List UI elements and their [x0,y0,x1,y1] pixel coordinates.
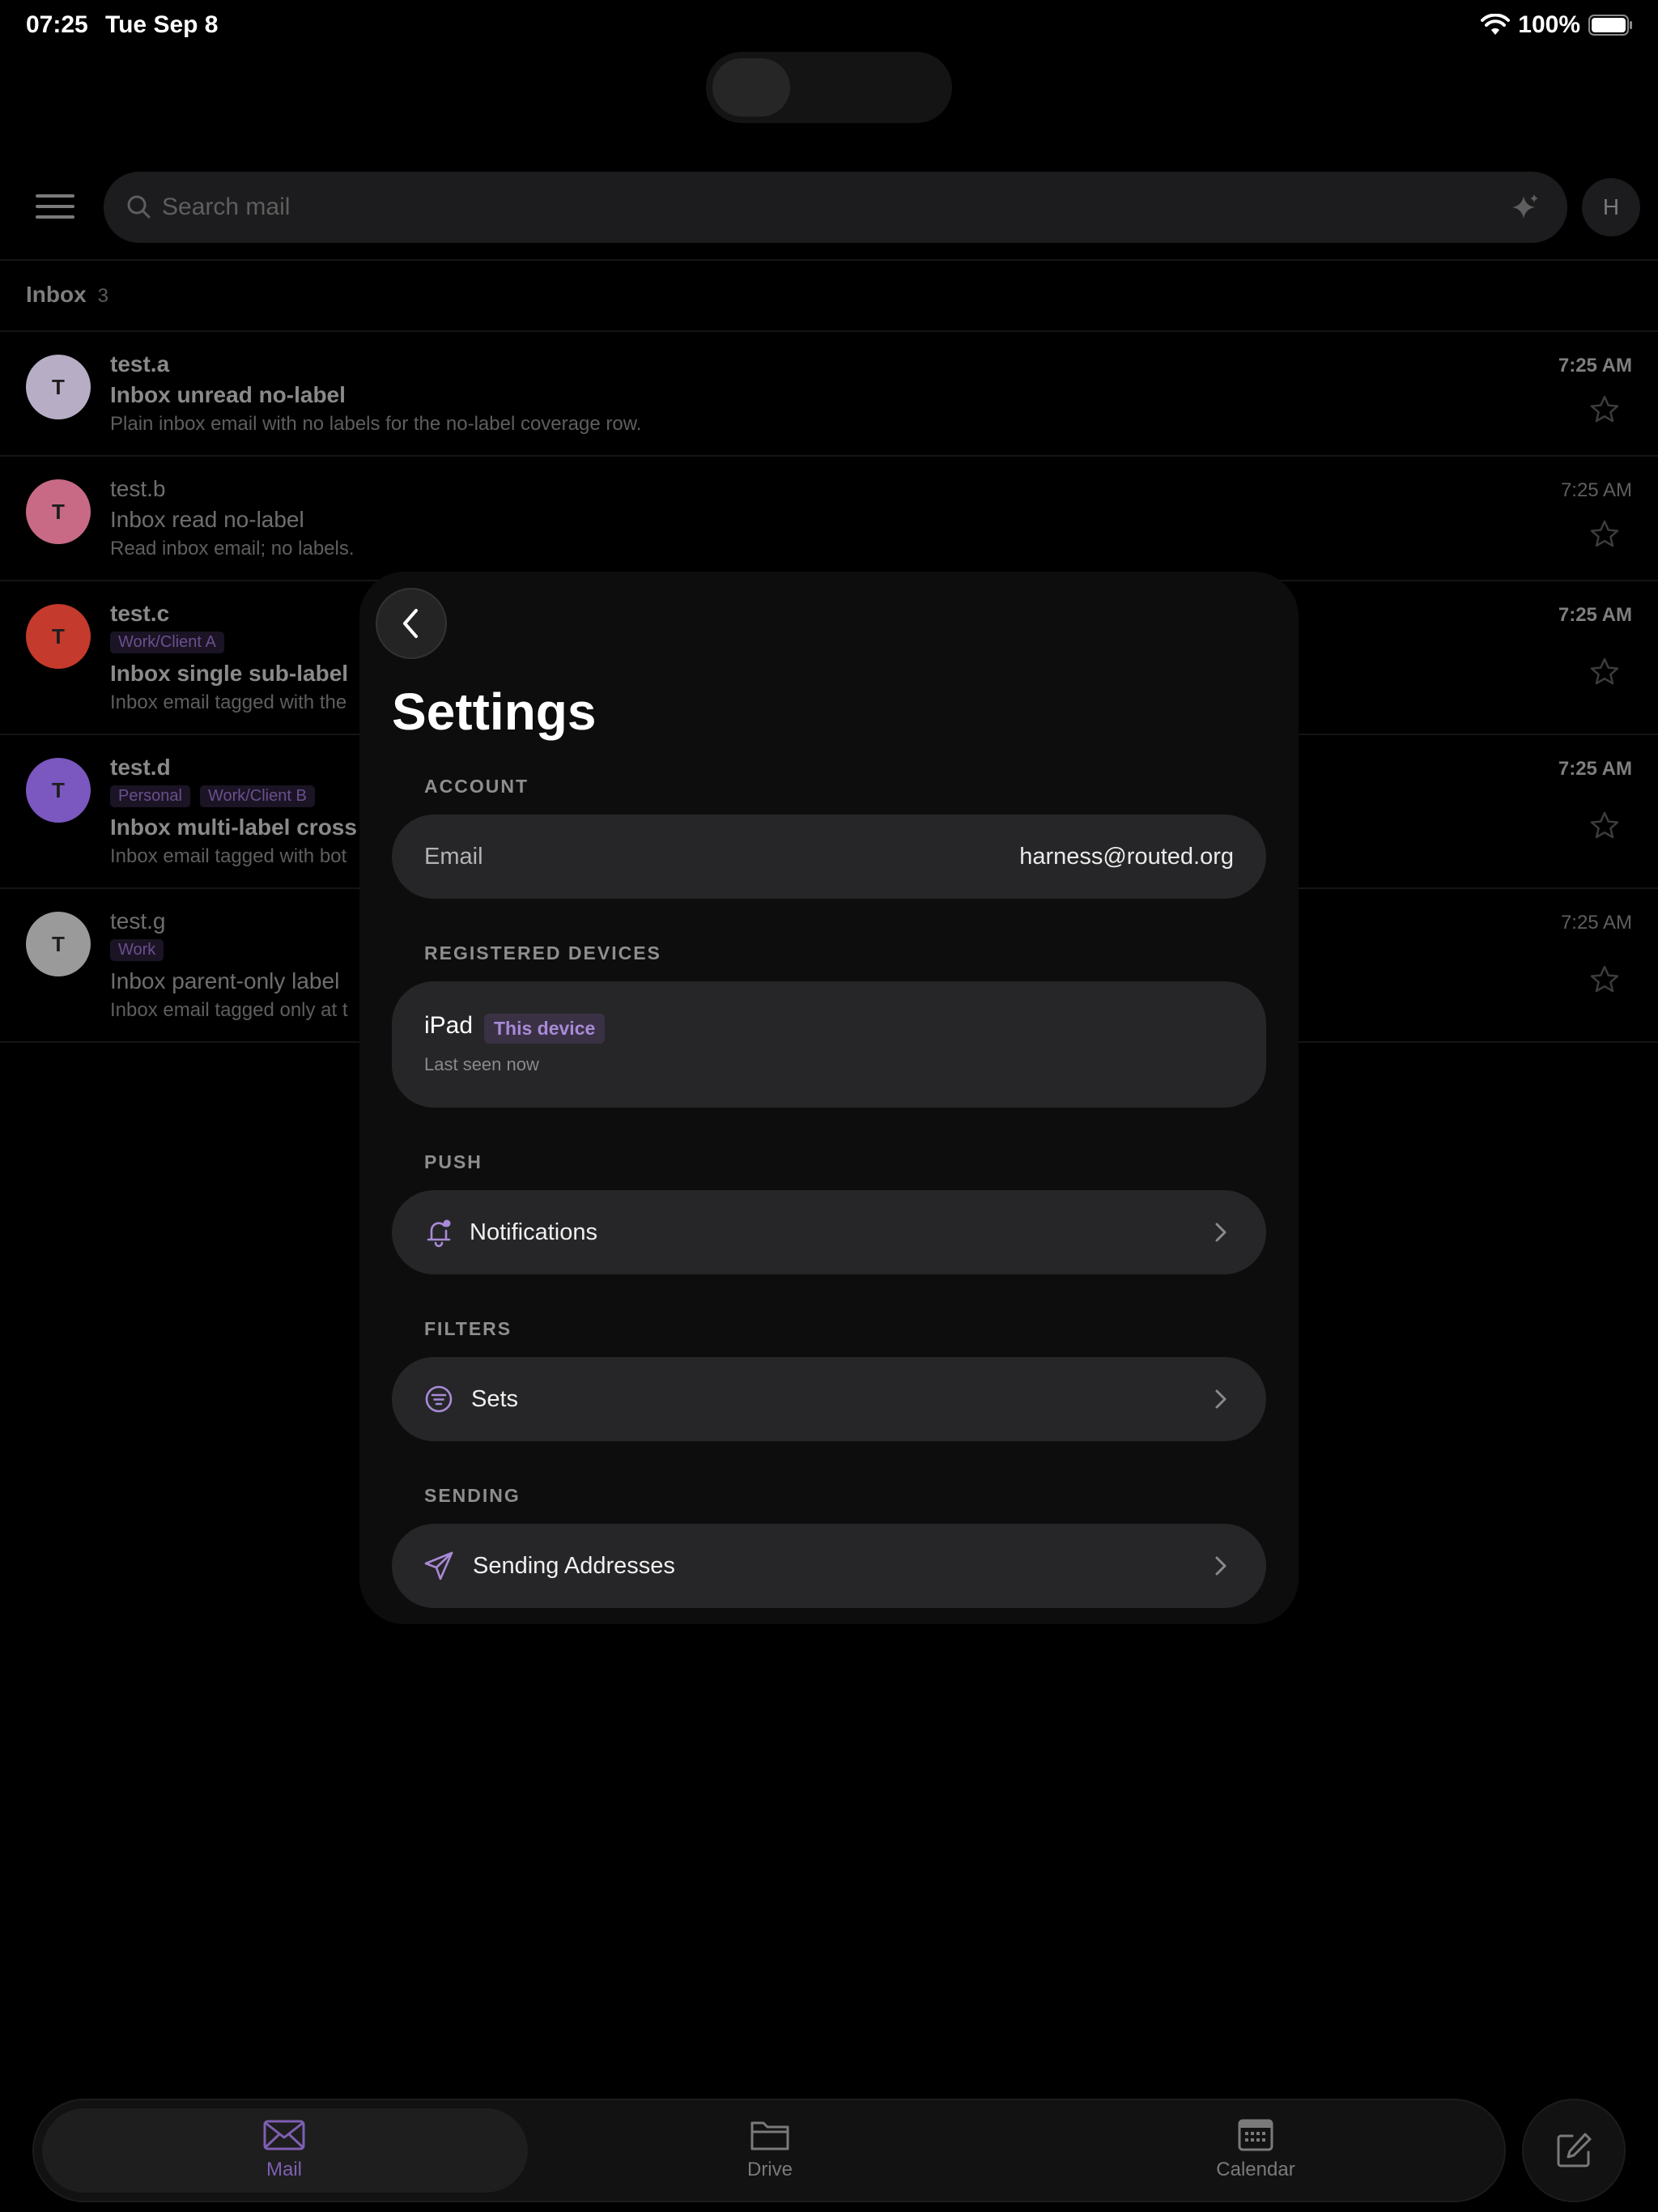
search-bar[interactable] [104,172,1567,243]
wifi-icon [1481,14,1511,35]
notifications-label: Notifications [470,1219,597,1245]
sender-avatar: T [26,758,91,823]
inbox-header: Inbox 3 [26,282,108,308]
email-snippet: Plain inbox email with no labels for the… [110,413,642,435]
email-time: 7:25 AM [1558,758,1632,780]
device-card: iPad This device Last seen now [392,981,1266,1108]
account-avatar[interactable]: H [1582,178,1640,236]
battery-icon [1588,15,1632,36]
tab-drive-label: Drive [746,2159,793,2180]
email-subject: Inbox parent-only label [110,968,340,993]
chevron-right-icon [1215,1556,1226,1576]
tab-mail[interactable]: Mail [203,2116,365,2189]
section-label-filters: FILTERS [424,1318,512,1339]
this-device-badge: This device [484,1014,606,1044]
email-labels: Work [110,939,164,961]
back-button[interactable] [376,588,447,659]
email-value: harness@routed.org [1019,844,1234,870]
email-sender: test.a [110,351,170,376]
bottom-tab-bar: Mail Drive Calendar [32,2099,1506,2202]
settings-title: Settings [392,683,597,741]
section-label-account: ACCOUNT [424,776,529,797]
section-label-push: PUSH [424,1151,483,1172]
search-icon [127,195,151,219]
compose-button[interactable] [1522,2099,1626,2202]
email-sender: test.g [110,908,166,934]
email-snippet: Read inbox email; no labels. [110,538,355,559]
compose-icon [1557,2133,1592,2167]
email-row[interactable]: T test.b Inbox read no-label Read inbox … [0,457,1658,580]
star-icon[interactable] [1588,656,1621,688]
section-label-sending: SENDING [424,1485,521,1506]
calendar-icon [1238,2119,1273,2151]
email-label: Email [424,844,483,870]
sender-avatar: T [26,604,91,669]
sender-avatar: T [26,479,91,544]
email-sender: test.d [110,755,171,780]
status-date: Tue Sep 8 [105,11,219,38]
status-time: 07:25 [26,11,88,38]
header-divider [0,259,1658,261]
device-name: iPad [424,1012,474,1039]
email-label-chip: Work/Client B [199,785,315,807]
sending-addresses-label: Sending Addresses [473,1553,675,1579]
sparkle-icon[interactable] [1507,189,1543,225]
search-input[interactable] [162,172,1457,243]
star-icon[interactable] [1588,518,1621,551]
email-row[interactable]: T test.a Inbox unread no-label Plain inb… [0,332,1658,455]
email-label-chip: Work [110,939,164,961]
mail-icon [263,2120,305,2150]
email-time: 7:25 AM [1558,355,1632,376]
status-bar: 07:25 Tue Sep 8 100% [0,0,1658,52]
email-subject: Inbox read no-label [110,507,304,532]
hamburger-menu-icon[interactable] [32,188,78,225]
filter-icon [425,1385,453,1413]
email-snippet: Inbox email tagged with the [110,691,347,713]
multitasking-pill-knob [712,58,790,117]
email-snippet: Inbox email tagged with bot [110,845,347,867]
inbox-title: Inbox [26,282,87,307]
sender-avatar: T [26,355,91,419]
battery-percent: 100% [1518,11,1580,38]
tab-calendar-label: Calendar [1216,2159,1295,2180]
email-time: 7:25 AM [1558,604,1632,626]
folder-icon [750,2121,789,2150]
chevron-right-icon [1215,1389,1226,1409]
email-subject: Inbox single sub-label [110,661,349,686]
bell-icon [427,1219,451,1248]
settings-modal: Settings ACCOUNT Email harness@routed.or… [359,572,1299,1624]
multitasking-pill[interactable] [706,52,952,123]
tab-mail-label: Mail [266,2159,302,2180]
email-labels: Work/Client A [110,632,224,653]
email-snippet: Inbox email tagged only at t [110,999,348,1021]
email-time: 7:25 AM [1560,479,1632,501]
email-row: Email harness@routed.org [392,815,1266,899]
chevron-right-icon [1215,1223,1226,1242]
sending-addresses-row[interactable]: Sending Addresses [392,1524,1266,1608]
sender-avatar: T [26,912,91,976]
email-label-chip: Work/Client A [110,632,224,653]
notifications-row[interactable]: Notifications [392,1190,1266,1274]
email-label-chip: Personal [110,785,190,807]
paper-plane-icon [424,1551,453,1580]
device-last-seen: Last seen now [424,1054,539,1074]
email-sender: test.b [110,476,166,501]
email-subject: Inbox multi-label cross [110,815,357,840]
tab-calendar[interactable]: Calendar [1175,2116,1337,2189]
star-icon[interactable] [1588,393,1621,426]
sets-row[interactable]: Sets [392,1357,1266,1441]
tab-drive[interactable]: Drive [689,2116,851,2189]
chevron-left-icon [403,609,418,638]
email-labels: Personal Work/Client B [110,785,315,807]
inbox-count: 3 [97,285,109,307]
star-icon[interactable] [1588,963,1621,996]
status-right: 100% [1481,11,1634,39]
email-subject: Inbox unread no-label [110,382,346,407]
section-label-devices: REGISTERED DEVICES [424,942,661,963]
star-icon[interactable] [1588,810,1621,842]
sets-label: Sets [471,1386,519,1412]
email-time: 7:25 AM [1560,912,1632,934]
email-sender: test.c [110,601,170,626]
